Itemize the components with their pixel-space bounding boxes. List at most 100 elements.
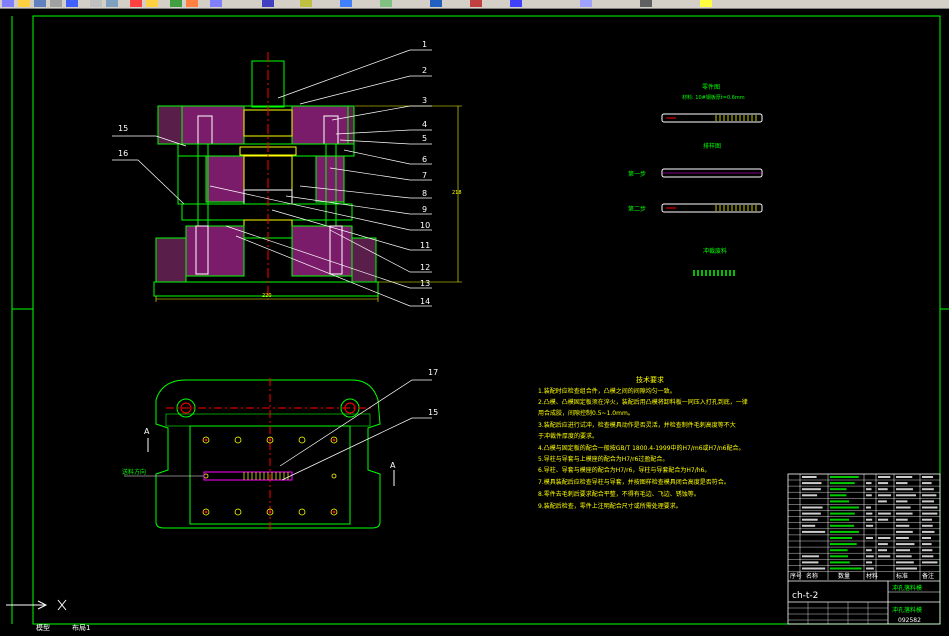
parts-list-entry-mark [866,507,871,509]
header-no: 序号 [790,572,802,580]
linetype-icon[interactable] [700,0,712,7]
parts-list-entry-mark [922,561,937,563]
parts-list-entry-mark [922,476,933,478]
save-icon[interactable] [34,0,46,7]
callout-12: 12 [420,263,430,272]
open-icon[interactable] [18,0,30,7]
step2-label: 第二步 [628,205,646,213]
parts-list-entry-mark [922,543,932,545]
parts-list-entry-mark [878,513,891,515]
callout-7: 7 [422,171,427,180]
part-outline [662,114,762,122]
layout-title: 排样图 [703,142,721,150]
parts-list-header: 序号 名称 数量 材料 标准 备注 [790,572,934,580]
cut-icon[interactable] [90,0,102,7]
callout-11: 11 [420,241,430,250]
notes-title: 技术要求 [636,375,664,384]
parts-list-entry-mark [922,488,934,490]
redo-icon[interactable] [146,0,158,7]
feed-direction-label: 送料方向 [122,468,146,476]
parts-list-entry-mark [830,555,848,557]
parts-list-entry-mark [802,494,817,496]
punch-plate [178,144,354,156]
parts-list-entry-mark [866,537,873,539]
stripper-hatch-right [316,156,344,202]
parts-list-entry-mark [878,494,891,496]
match-icon[interactable] [340,0,352,7]
pan-icon[interactable] [170,0,182,7]
note-line-5: 于冲裁件厚度的要求。 [538,432,598,440]
parts-list-entry-mark [896,531,913,533]
part-teeth [716,115,756,121]
parts-list-entry-mark [830,561,850,563]
header-material: 材料 [866,572,878,580]
tab-model[interactable]: 模型 [36,625,50,632]
signature-grid [788,602,888,624]
parts-list-entry-mark [802,531,825,533]
tab-layout1[interactable]: 布局1 [72,625,90,632]
callout-8: 8 [422,189,427,198]
parts-list-entry-mark [896,513,913,515]
parts-list-entry-mark [830,494,846,496]
callout-9: 9 [422,205,427,214]
dim-height-text: 218 [452,190,462,196]
layer-icon[interactable] [262,0,274,7]
parts-list-entry-mark [866,482,871,484]
print-icon[interactable] [50,0,62,7]
parts-list-entry-mark [830,507,859,509]
callout-1: 1 [422,40,427,49]
parts-list-entry-mark [866,494,872,496]
drawing-canvas[interactable]: 218 220 1 2 3 4 5 6 7 8 9 10 11 12 13 14… [0,9,949,632]
plan-view: 送料方向 A A 17 15 [122,368,438,530]
text-icon[interactable] [430,0,442,7]
dimension-icon[interactable] [580,0,592,7]
parts-list-entry-mark [922,537,931,539]
parts-list-entry-mark [802,568,825,570]
header-name: 名称 [806,572,818,580]
parts-list-entry-mark [896,482,907,484]
header-standard: 标准 [896,572,908,580]
parts-list-entry-mark [896,561,914,563]
parts-list-entry-mark [896,519,908,521]
drawing-title: 冲孔落料模 [892,606,922,614]
scrap-pieces [694,270,734,276]
callout-6: 6 [422,155,427,164]
parts-list-entry-mark [878,500,887,502]
properties-icon[interactable] [300,0,312,7]
drawing-title-small: 冲孔落料模 [892,584,922,592]
parts-list-entry-mark [878,482,888,484]
note-line-10: 8.零件去毛刺后要求配合平整，不得有毛边、飞边、锈蚀等。 [538,490,700,498]
note-line-11: 9.装配后检查，零件上注明配合尺寸或所需处理要求。 [538,502,682,510]
parts-list-entry-mark [830,519,849,521]
plan-upper-band [166,414,370,426]
parts-list-entry-mark [830,549,848,551]
parts-list-entry-mark [922,513,937,515]
note-line-4: 3.装配后应进行试冲，检查模具动作是否灵活，并检查制件毛刺高度等不大 [538,421,736,429]
note-line-1: 1.装配时应检查组合件，凸模之间的间隙均匀一致。 [538,387,676,395]
callout-4: 4 [422,120,427,129]
parts-list-entry-mark [896,549,910,551]
upper-seat-edge-right [348,106,354,144]
preview-icon[interactable] [66,0,78,7]
table-icon[interactable] [470,0,482,7]
layer-dropdown-icon[interactable] [640,0,652,7]
section-mark-left: A [144,427,150,436]
header-qty: 数量 [838,572,850,580]
parts-list-entry-mark [802,513,821,515]
calculator-icon[interactable] [380,0,392,7]
parts-list-entry-mark [922,531,935,533]
zoom-window-icon[interactable] [210,0,222,7]
parts-list-entry-mark [866,555,874,557]
parts-list-entry-mark [802,525,815,527]
copy-icon[interactable] [106,0,118,7]
parts-list-entry-mark [802,482,822,484]
parts-list-entry-mark [866,561,872,563]
parts-list-entry-mark [896,476,912,478]
new-icon[interactable] [2,0,14,7]
help-icon[interactable] [510,0,522,7]
zoom-icon[interactable] [186,0,198,7]
leader-17 [280,380,432,466]
parts-list-entry-mark [922,500,934,502]
toolbar [0,0,949,9]
undo-icon[interactable] [130,0,142,7]
